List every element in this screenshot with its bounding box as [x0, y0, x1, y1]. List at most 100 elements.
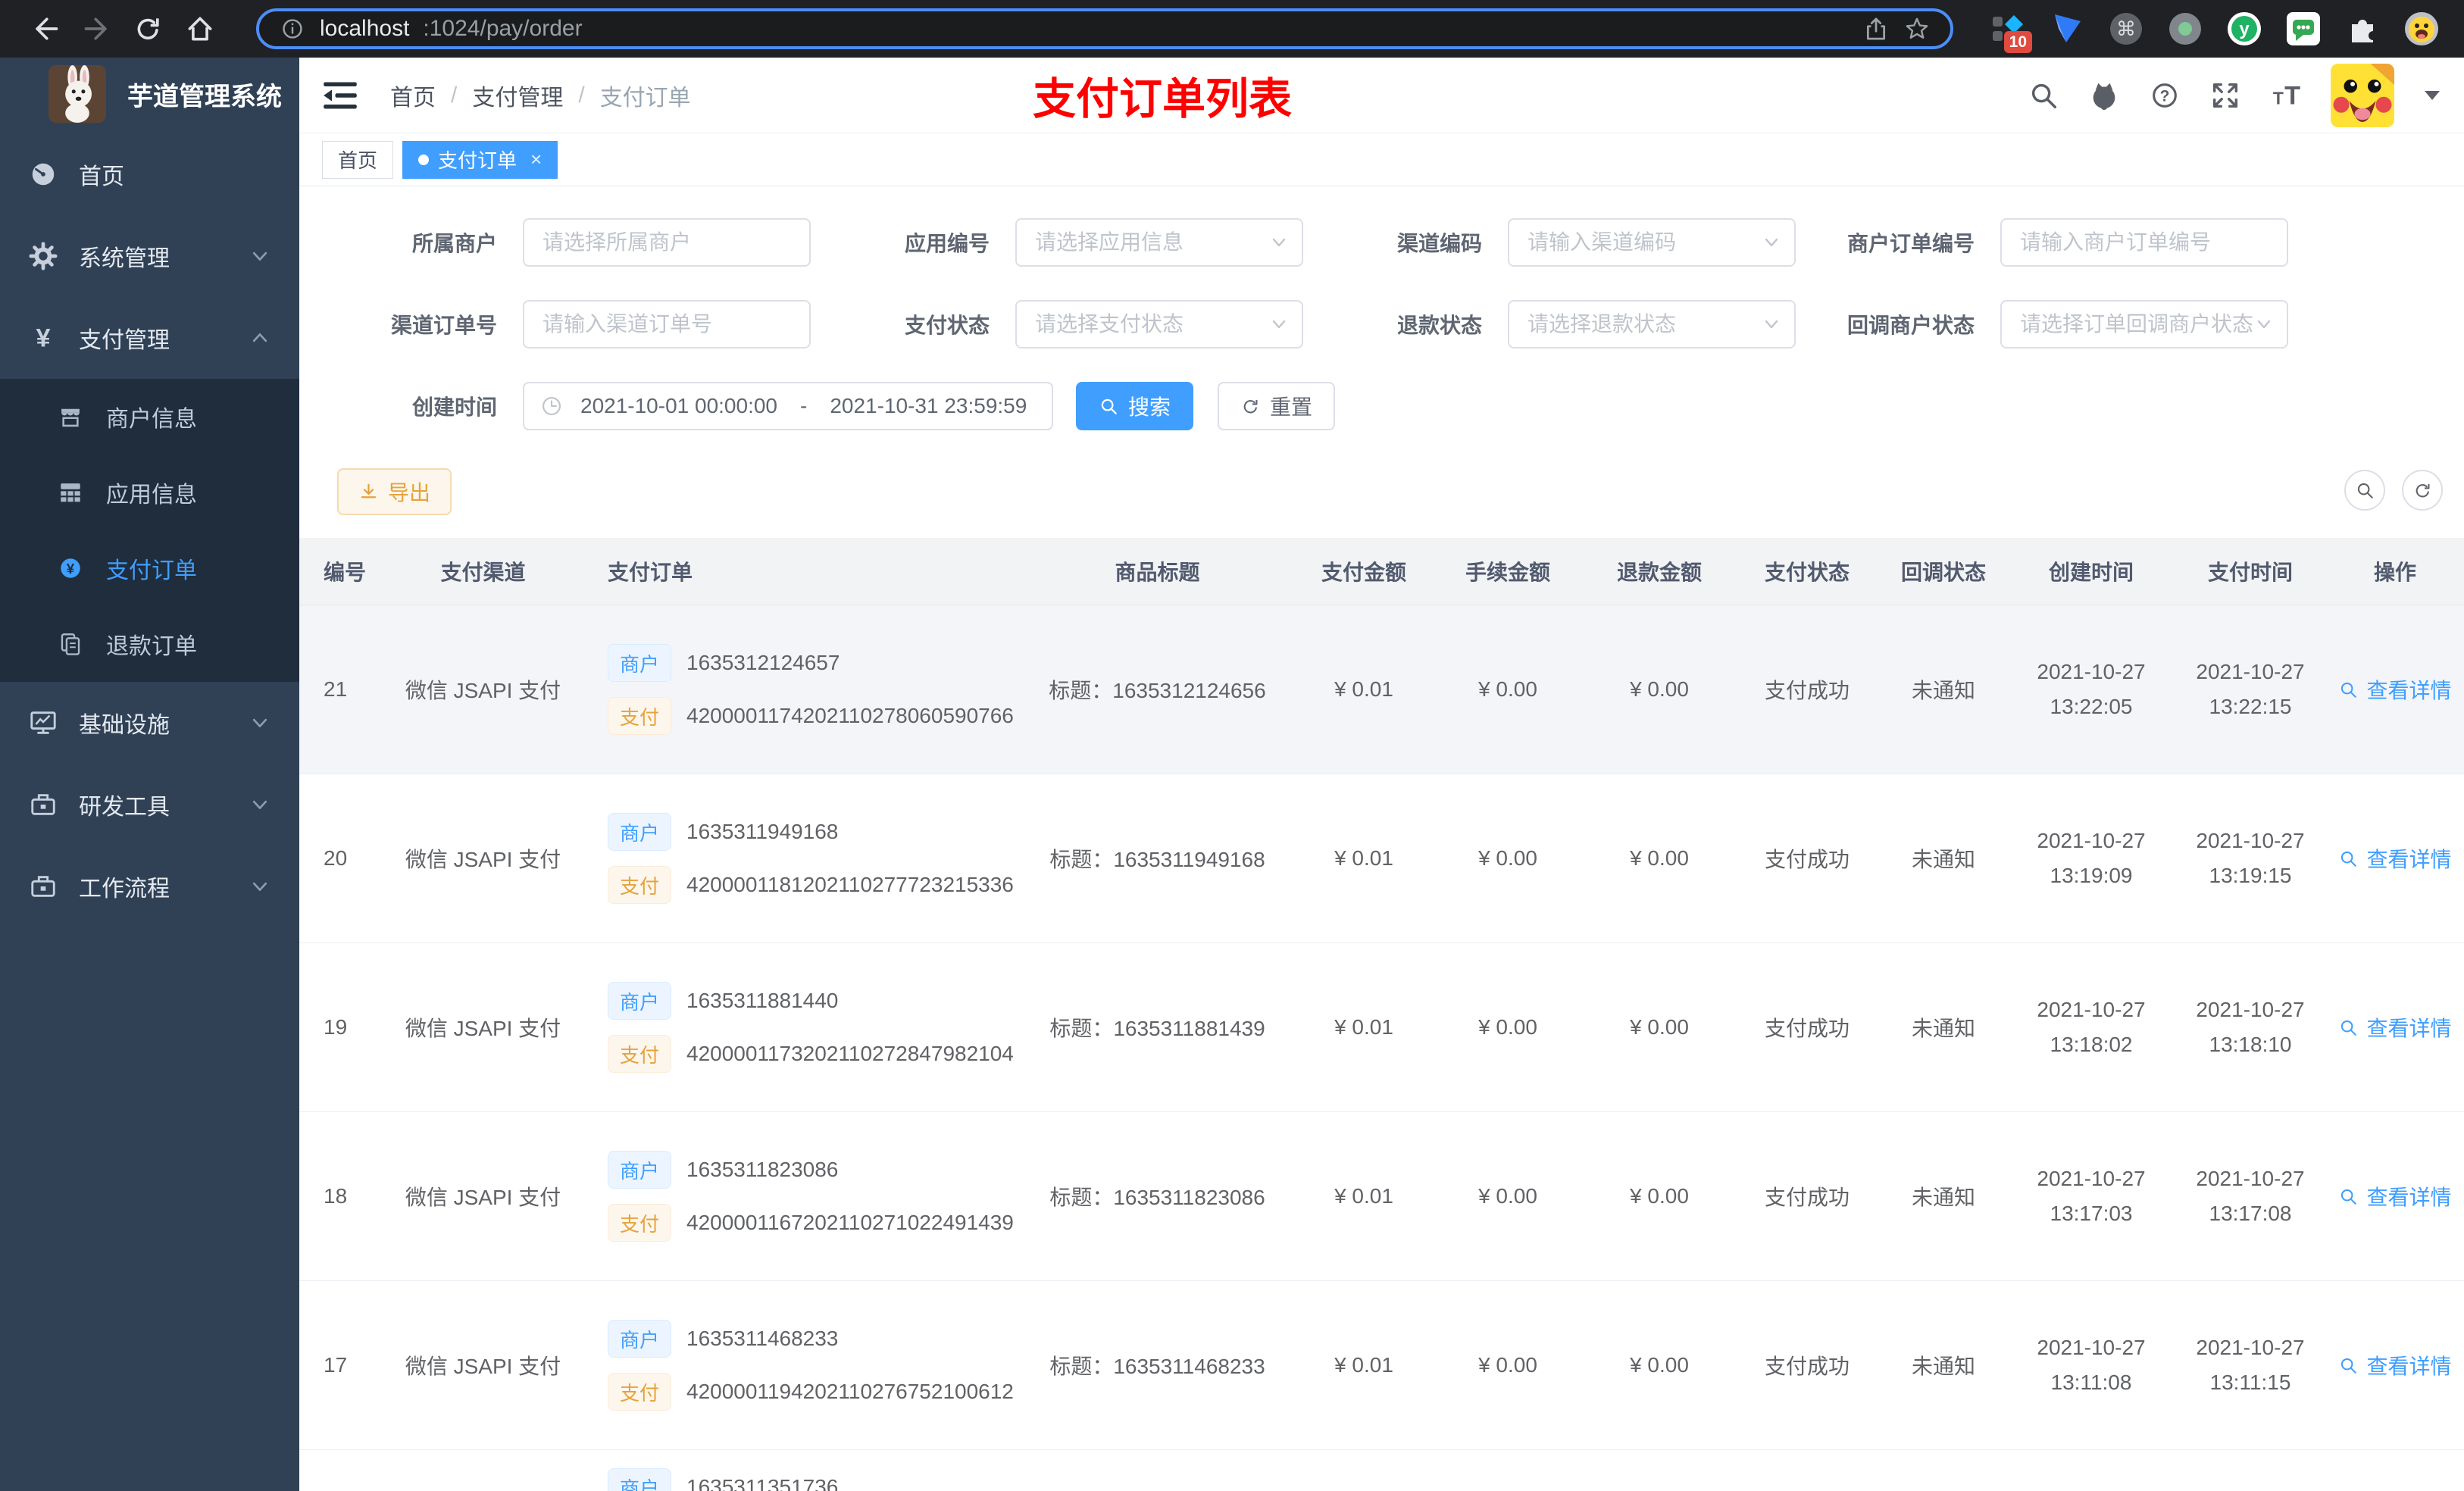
tab-home[interactable]: 首页	[322, 140, 394, 179]
col-created: 创建时间	[2048, 561, 2134, 584]
sidebar-item-home[interactable]: 首页	[0, 133, 299, 215]
view-detail-link[interactable]: 查看详情	[2338, 843, 2452, 874]
sidebar-item-system[interactable]: 系统管理	[0, 215, 299, 297]
bookmark-star-icon[interactable]	[1903, 15, 1931, 42]
toggle-search-button[interactable]	[2344, 470, 2385, 511]
sidebar-item-dev-tools[interactable]: 研发工具	[0, 764, 299, 846]
merchant-input[interactable]	[523, 218, 811, 267]
forward-button[interactable]	[71, 5, 123, 53]
table-row: 19 微信 JSAPI 支付 商户 1635311881440 支付 4200001…	[299, 943, 2464, 1112]
back-button[interactable]	[20, 5, 71, 53]
col-action: 操作	[2373, 561, 2416, 584]
pay-tag: 支付	[608, 866, 672, 904]
home-button[interactable]	[174, 5, 226, 53]
tab-close-icon[interactable]: ×	[530, 148, 542, 171]
merchant-order-no-input[interactable]	[2000, 218, 2288, 267]
cell-amount: ¥ 0.01	[1334, 846, 1393, 870]
profile-emoji-icon[interactable]	[2403, 11, 2440, 47]
filter-label: 渠道订单号	[390, 314, 497, 337]
cell-amount: ¥ 0.01	[1334, 1353, 1393, 1377]
view-detail-link[interactable]: 查看详情	[2338, 1350, 2452, 1380]
home-icon	[188, 17, 212, 41]
cell-created: 2021-10-27 13:17:03	[2037, 1167, 2146, 1225]
col-id: 编号	[324, 561, 367, 584]
site-info-icon[interactable]	[279, 15, 306, 42]
sidebar-item-workflow[interactable]: 工作流程	[0, 846, 299, 927]
cell-channel: 微信 JSAPI 支付	[405, 1186, 561, 1209]
cell-refund: ¥ 0.00	[1630, 1015, 1689, 1039]
breadcrumb-home[interactable]: 首页	[390, 79, 436, 112]
extension-recorder-icon[interactable]	[2167, 11, 2203, 47]
cell-refund: ¥ 0.00	[1630, 677, 1689, 701]
font-size-icon[interactable]: TT	[2270, 80, 2302, 111]
extensions-puzzle-icon[interactable]	[2344, 11, 2381, 47]
github-icon[interactable]	[2088, 80, 2120, 111]
back-icon	[36, 17, 58, 40]
chevron-down-icon	[252, 882, 267, 891]
url-bar[interactable]: localhost :1024/pay/order	[256, 8, 1953, 49]
extension-sketch-icon[interactable]: 10	[1990, 11, 2032, 53]
filter-merchant-order-no: 商户订单编号	[1796, 218, 2288, 267]
reset-button[interactable]: 重置	[1218, 382, 1336, 430]
fullscreen-icon[interactable]	[2209, 80, 2241, 111]
pay-status-select[interactable]	[1015, 300, 1303, 349]
col-paid: 支付时间	[2207, 561, 2293, 584]
sidebar-collapse-icon[interactable]	[322, 77, 358, 114]
sidebar-item-merchant-info[interactable]: 商户信息	[0, 379, 299, 455]
help-icon[interactable]: ?	[2149, 80, 2181, 111]
search-icon[interactable]	[2028, 80, 2059, 111]
cell-notify: 未通知	[1911, 848, 1975, 871]
cell-order: 商户 1635311949168 支付 4200001181202110277723…	[583, 813, 1019, 904]
sidebar-item-infra[interactable]: 基础设施	[0, 682, 299, 764]
document-copy-icon	[61, 633, 80, 655]
search-form: 所属商户 应用编号 渠道编码	[299, 186, 2464, 430]
pay-tag: 支付	[608, 1373, 672, 1411]
notify-status-select[interactable]	[2000, 300, 2288, 349]
share-icon[interactable]	[1862, 15, 1890, 42]
sidebar-item-refund-order[interactable]: 退款订单	[0, 606, 299, 682]
cell-action: 查看详情	[2326, 674, 2464, 705]
cell-notify: 未通知	[1911, 1017, 1975, 1040]
grid-icon	[61, 483, 80, 502]
refresh-icon	[1243, 399, 1258, 413]
cell-order: 商户 1635311881440 支付 4200001173202110272847…	[583, 982, 1019, 1073]
user-avatar[interactable]	[2331, 64, 2394, 127]
refund-status-select[interactable]	[1508, 300, 1796, 349]
search-button[interactable]: 搜索	[1076, 382, 1194, 430]
extension-command-icon[interactable]: ⌘	[2108, 11, 2144, 47]
download-icon	[361, 483, 377, 498]
channel-order-no-input[interactable]	[523, 300, 811, 349]
breadcrumb-pay[interactable]: 支付管理	[472, 79, 563, 112]
view-detail-link[interactable]: 查看详情	[2338, 674, 2452, 705]
view-detail-link[interactable]: 查看详情	[2338, 1181, 2452, 1211]
cell-status: 支付成功	[1764, 848, 1850, 871]
export-button[interactable]: 导出	[337, 468, 452, 515]
sidebar-item-app-info[interactable]: 应用信息	[0, 455, 299, 530]
extension-y-icon[interactable]: y	[2226, 11, 2262, 47]
extension-chat-icon[interactable]	[2285, 11, 2322, 47]
filter-channel-order-no: 渠道订单号	[299, 300, 811, 349]
merchant-order-no: 1635311823086	[686, 1158, 839, 1181]
reset-button-label: 重置	[1270, 395, 1313, 419]
sidebar-item-pay-order[interactable]: ¥ 支付订单	[0, 530, 299, 606]
magnifier-icon	[2341, 1020, 2357, 1036]
url-host: localhost	[320, 16, 410, 41]
merchant-tag: 商户	[608, 813, 672, 851]
view-detail-link[interactable]: 查看详情	[2338, 1012, 2452, 1042]
app-logo[interactable]: 芋道管理系统	[0, 58, 299, 130]
reload-button[interactable]	[123, 5, 174, 53]
refresh-table-button[interactable]	[2402, 470, 2443, 511]
magnifier-icon	[2341, 851, 2357, 867]
channel-code-select[interactable]	[1508, 218, 1796, 267]
app-select[interactable]	[1015, 218, 1303, 267]
cell-title: 标题：1635311468233	[1049, 1355, 1265, 1378]
filter-label: 应用编号	[904, 232, 990, 255]
cell-notify: 未通知	[1911, 1186, 1975, 1209]
caret-down-icon[interactable]	[2423, 89, 2441, 102]
date-range-picker[interactable]: 2021-10-01 00:00:00 - 2021-10-31 23:59:5…	[523, 382, 1053, 430]
merchant-order-no: 1635311351736	[686, 1475, 839, 1491]
pay-order-no: 4200001174202110278060590766	[686, 704, 1014, 727]
sidebar-item-pay[interactable]: ¥ 支付管理	[0, 297, 299, 379]
tab-pay-order[interactable]: 支付订单 ×	[402, 140, 558, 179]
extension-kite-icon[interactable]	[2049, 11, 2085, 47]
